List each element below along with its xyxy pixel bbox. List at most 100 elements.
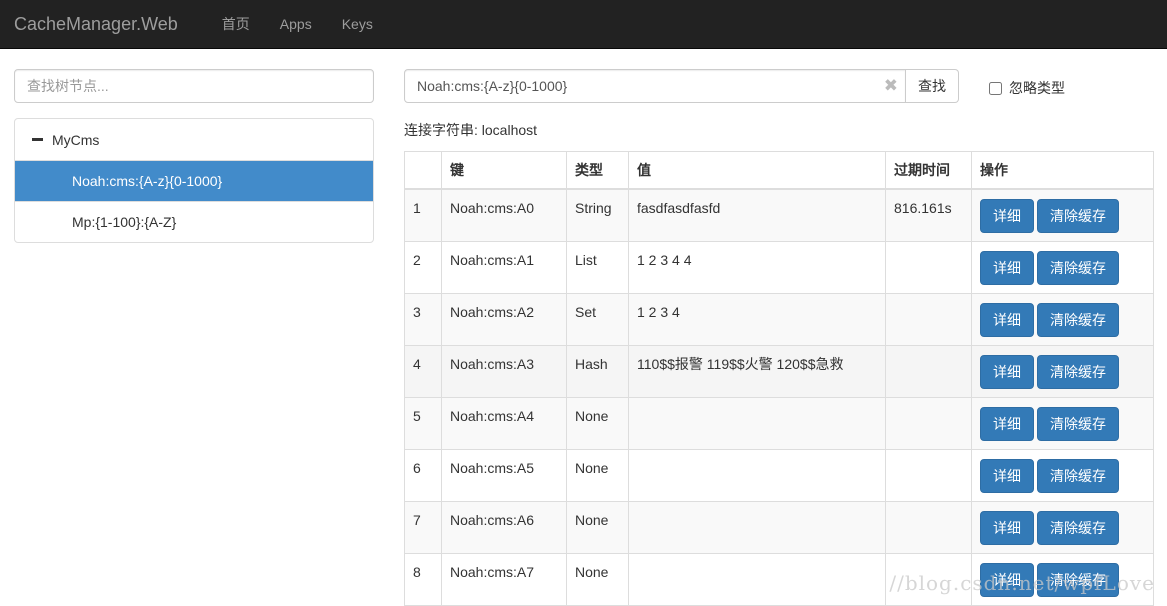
- nav-home[interactable]: 首页: [207, 14, 265, 34]
- cell-value: [628, 501, 886, 554]
- table-header-row: 键 类型 值 过期时间 操作: [404, 151, 1154, 190]
- sidebar: MyCms Noah:cms:{A-z}{0-1000} Mp:{1-100}:…: [14, 69, 374, 243]
- cell-actions: 详细 清除缓存: [971, 449, 1154, 502]
- cell-expire: [885, 345, 972, 398]
- header-key: 键: [441, 151, 567, 190]
- search-row: ✖ 查找 忽略类型: [404, 69, 1154, 103]
- cache-table: 键 类型 值 过期时间 操作 1 Noah:cms:A0 String fasdfas…: [404, 151, 1154, 606]
- main-panel: ✖ 查找 忽略类型 连接字符串: localhost 键 类型 值 过期时间 操…: [404, 69, 1154, 606]
- cell-value: [628, 553, 886, 606]
- cell-key: Noah:cms:A7: [441, 553, 567, 606]
- cell-index: 2: [404, 241, 442, 294]
- tree-node-label: Noah:cms:{A-z}{0-1000}: [72, 173, 223, 189]
- cell-type: None: [566, 449, 629, 502]
- navbar: CacheManager.Web 首页 Apps Keys: [0, 0, 1167, 49]
- detail-button[interactable]: 详细: [980, 511, 1034, 545]
- cell-type: None: [566, 501, 629, 554]
- header-type: 类型: [566, 151, 629, 190]
- tree-node-child[interactable]: Mp:{1-100}:{A-Z}: [15, 201, 373, 242]
- tree-search-input[interactable]: [14, 69, 374, 103]
- clear-icon[interactable]: ✖: [884, 76, 898, 96]
- cell-key: Noah:cms:A2: [441, 293, 567, 346]
- table-row: 7 Noah:cms:A6 None 详细 清除缓存: [404, 501, 1154, 554]
- detail-button[interactable]: 详细: [980, 355, 1034, 389]
- cell-value: 1 2 3 4 4: [628, 241, 886, 294]
- cell-expire: [885, 241, 972, 294]
- cell-value: [628, 449, 886, 502]
- detail-button[interactable]: 详细: [980, 407, 1034, 441]
- cell-expire: 816.161s: [885, 188, 972, 242]
- table-row: 8 Noah:cms:A7 None 详细 清除缓存: [404, 553, 1154, 606]
- detail-button[interactable]: 详细: [980, 563, 1034, 597]
- tree-node-child[interactable]: Noah:cms:{A-z}{0-1000}: [15, 160, 373, 201]
- tree-node-root[interactable]: MyCms: [15, 119, 373, 160]
- clear-cache-button[interactable]: 清除缓存: [1037, 459, 1119, 493]
- detail-button[interactable]: 详细: [980, 459, 1034, 493]
- cell-actions: 详细 清除缓存: [971, 345, 1154, 398]
- cell-actions: 详细 清除缓存: [971, 241, 1154, 294]
- cell-expire: [885, 449, 972, 502]
- cell-value: [628, 397, 886, 450]
- cell-type: Hash: [566, 345, 629, 398]
- cell-actions: 详细 清除缓存: [971, 553, 1154, 606]
- cell-type: None: [566, 397, 629, 450]
- clear-cache-button[interactable]: 清除缓存: [1037, 251, 1119, 285]
- minus-icon[interactable]: [32, 138, 43, 141]
- cell-type: List: [566, 241, 629, 294]
- cell-expire: [885, 553, 972, 606]
- table-row: 5 Noah:cms:A4 None 详细 清除缓存: [404, 397, 1154, 450]
- cell-index: 6: [404, 449, 442, 502]
- tree-node-label: MyCms: [52, 131, 100, 148]
- nav-keys[interactable]: Keys: [327, 16, 388, 32]
- header-value: 值: [628, 151, 886, 190]
- detail-button[interactable]: 详细: [980, 199, 1034, 233]
- cell-expire: [885, 293, 972, 346]
- key-search-group: ✖ 查找: [404, 69, 959, 103]
- table-row: 1 Noah:cms:A0 String fasdfasdfasfd 816.161s 详…: [404, 188, 1154, 242]
- cell-value: 1 2 3 4: [628, 293, 886, 346]
- cell-type: String: [566, 188, 629, 242]
- cell-type: None: [566, 553, 629, 606]
- table-row: 6 Noah:cms:A5 None 详细 清除缓存: [404, 449, 1154, 502]
- cell-key: Noah:cms:A5: [441, 449, 567, 502]
- connection-string: 连接字符串: localhost: [404, 122, 538, 138]
- cell-actions: 详细 清除缓存: [971, 188, 1154, 242]
- cell-actions: 详细 清除缓存: [971, 293, 1154, 346]
- cell-key: Noah:cms:A4: [441, 397, 567, 450]
- brand-link[interactable]: CacheManager.Web: [0, 14, 193, 35]
- cell-type: Set: [566, 293, 629, 346]
- cell-expire: [885, 501, 972, 554]
- clear-cache-button[interactable]: 清除缓存: [1037, 563, 1119, 597]
- detail-button[interactable]: 详细: [980, 251, 1034, 285]
- clear-cache-button[interactable]: 清除缓存: [1037, 303, 1119, 337]
- header-index: [404, 151, 442, 190]
- search-button[interactable]: 查找: [906, 69, 959, 103]
- ignore-type-option[interactable]: 忽略类型: [989, 78, 1065, 98]
- cell-key: Noah:cms:A1: [441, 241, 567, 294]
- clear-cache-button[interactable]: 清除缓存: [1037, 407, 1119, 441]
- ignore-type-label: 忽略类型: [1009, 80, 1065, 96]
- detail-button[interactable]: 详细: [980, 303, 1034, 337]
- cell-key: Noah:cms:A3: [441, 345, 567, 398]
- clear-cache-button[interactable]: 清除缓存: [1037, 355, 1119, 389]
- tree-node-label: Mp:{1-100}:{A-Z}: [72, 214, 177, 230]
- clear-cache-button[interactable]: 清除缓存: [1037, 511, 1119, 545]
- cell-expire: [885, 397, 972, 450]
- table-row: 4 Noah:cms:A3 Hash 110$$报警 119$$火警 120$$急救 详…: [404, 345, 1154, 398]
- cell-index: 5: [404, 397, 442, 450]
- cell-index: 1: [404, 188, 442, 242]
- header-actions: 操作: [971, 151, 1154, 190]
- key-pattern-input[interactable]: [404, 69, 906, 103]
- cell-actions: 详细 清除缓存: [971, 501, 1154, 554]
- nav-apps[interactable]: Apps: [265, 16, 327, 32]
- cell-index: 3: [404, 293, 442, 346]
- tree-view: MyCms Noah:cms:{A-z}{0-1000} Mp:{1-100}:…: [14, 118, 374, 243]
- clear-cache-button[interactable]: 清除缓存: [1037, 199, 1119, 233]
- cell-value: fasdfasdfasfd: [628, 188, 886, 242]
- cell-index: 7: [404, 501, 442, 554]
- cell-key: Noah:cms:A6: [441, 501, 567, 554]
- ignore-type-checkbox[interactable]: [989, 81, 1002, 95]
- cell-actions: 详细 清除缓存: [971, 397, 1154, 450]
- cell-key: Noah:cms:A0: [441, 188, 567, 242]
- cell-index: 4: [404, 345, 442, 398]
